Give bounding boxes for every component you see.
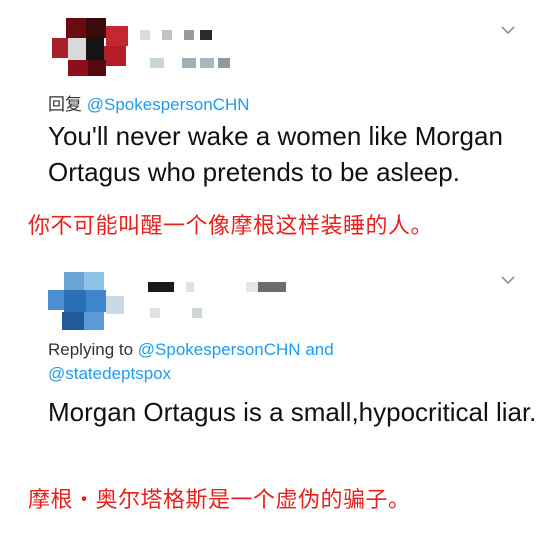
translation-annotation: 摩根・奥尔塔格斯是一个虚伪的骗子。 bbox=[28, 488, 411, 513]
avatar[interactable] bbox=[48, 272, 128, 336]
redacted-username bbox=[150, 58, 250, 70]
reply-prefix: Replying to bbox=[48, 340, 134, 359]
tweet-2: Replying to @SpokespersonCHN and @stated… bbox=[0, 270, 550, 543]
reply-handle-link[interactable]: @SpokespersonCHN bbox=[87, 95, 250, 114]
reply-joiner: and bbox=[305, 340, 334, 359]
avatar[interactable] bbox=[52, 14, 132, 78]
reply-handle-link-2[interactable]: @statedeptspox bbox=[48, 364, 171, 383]
chevron-down-icon[interactable] bbox=[500, 22, 516, 38]
redacted-display-name bbox=[148, 282, 298, 294]
redacted-username bbox=[150, 308, 250, 320]
tweet-1: 回复 @SpokespersonCHN You'll never wake a … bbox=[0, 0, 550, 270]
tweet-text: Morgan Ortagus is a small,hypocritical l… bbox=[48, 397, 537, 427]
chevron-down-icon[interactable] bbox=[500, 272, 516, 288]
reply-context: Replying to @SpokespersonCHN and @stated… bbox=[48, 338, 518, 386]
reply-context: 回复 @SpokespersonCHN bbox=[48, 90, 250, 115]
redacted-display-name bbox=[140, 30, 230, 42]
reply-prefix: 回复 bbox=[48, 95, 82, 114]
translation-annotation: 你不可能叫醒一个像摩根这样装睡的人。 bbox=[28, 214, 434, 239]
reply-handle-link[interactable]: @SpokespersonCHN bbox=[138, 340, 301, 359]
tweet-text: You'll never wake a women like Morgan Or… bbox=[48, 121, 503, 187]
